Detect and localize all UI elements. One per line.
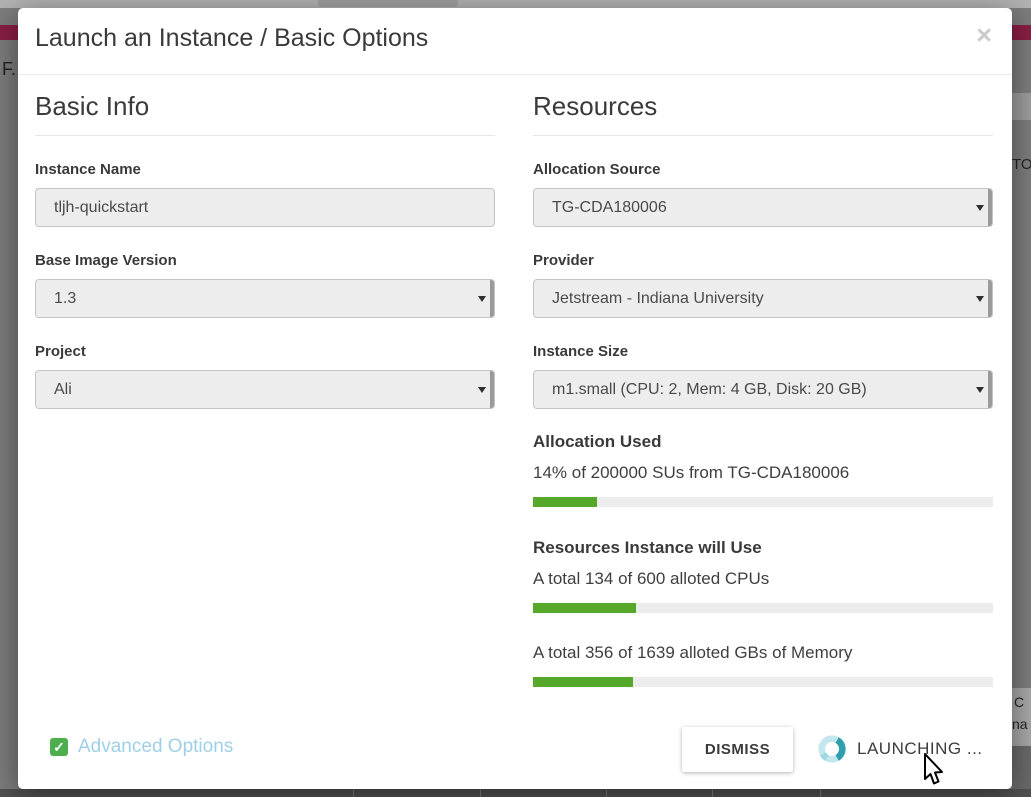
selected-value: m1.small (CPU: 2, Mem: 4 GB, Disk: 20 GB… [552, 381, 867, 399]
selected-value: Ali [54, 381, 72, 399]
select-edge [988, 371, 992, 408]
background-text-fragment: TO [1012, 156, 1031, 173]
background-nav-bar: Dashboard Projects Images ? Help [0, 0, 1031, 8]
loading-spinner-icon [817, 734, 847, 764]
dismiss-button[interactable]: DISMISS [682, 727, 793, 772]
chevron-down-icon [976, 296, 984, 302]
select-edge [490, 371, 494, 408]
mouse-cursor [918, 753, 944, 789]
dialog-header: Launch an Instance / Basic Options × [18, 8, 1012, 75]
instance-size-label: Instance Size [533, 343, 993, 360]
resources-section: Resources Allocation Source TG-CDA180006… [533, 75, 993, 687]
dialog-body: Basic Info Instance Name Base Image Vers… [18, 75, 1012, 687]
basic-info-section: Basic Info Instance Name Base Image Vers… [35, 75, 495, 687]
instance-name-input[interactable] [35, 188, 495, 227]
background-text-fragment: F. [2, 59, 16, 80]
allocation-source-select[interactable]: TG-CDA180006 [533, 188, 993, 227]
advanced-options-label: Advanced Options [78, 736, 233, 758]
background-fragment-band [1012, 93, 1031, 120]
nav-active-highlight [318, 0, 458, 7]
project-select[interactable]: Ali [35, 370, 495, 409]
progressbar-fill [533, 497, 597, 507]
base-image-version-select[interactable]: 1.3 [35, 279, 495, 318]
chevron-down-icon [478, 296, 486, 302]
provider-label: Provider [533, 252, 993, 269]
base-image-version-label: Base Image Version [35, 252, 495, 269]
close-icon[interactable]: × [976, 22, 992, 49]
select-edge [988, 189, 992, 226]
select-edge [988, 280, 992, 317]
chevron-down-icon [478, 387, 486, 393]
advanced-options-link[interactable]: ✓ Advanced Options [50, 736, 233, 758]
basic-info-heading: Basic Info [35, 91, 495, 136]
instance-name-label: Instance Name [35, 161, 495, 178]
launching-button[interactable]: LAUNCHING ... [817, 734, 983, 764]
background-bottom-strip [0, 789, 1031, 797]
background-fragment-dark [1012, 746, 1031, 789]
selected-value: TG-CDA180006 [552, 199, 667, 217]
select-edge [490, 280, 494, 317]
launch-instance-dialog: Launch an Instance / Basic Options × Bas… [18, 8, 1012, 789]
selected-value: 1.3 [54, 290, 76, 308]
progressbar-fill [533, 603, 636, 613]
cpu-usage-progressbar [533, 603, 993, 613]
cpu-usage-detail: A total 134 of 600 alloted CPUs [533, 569, 993, 589]
chevron-down-icon [976, 387, 984, 393]
resources-heading: Resources [533, 91, 993, 136]
chevron-down-icon [976, 205, 984, 211]
memory-usage-progressbar [533, 677, 993, 687]
progressbar-fill [533, 677, 633, 687]
dialog-title: Launch an Instance / Basic Options [35, 24, 1012, 53]
allocation-used-label: Allocation Used [533, 432, 993, 452]
instance-usage-label: Resources Instance will Use [533, 538, 993, 558]
provider-select[interactable]: Jetstream - Indiana University [533, 279, 993, 318]
background-text-fragment: na [1012, 716, 1028, 732]
memory-usage-detail: A total 356 of 1639 alloted GBs of Memor… [533, 643, 993, 663]
project-label: Project [35, 343, 495, 360]
checkbox-checked-icon: ✓ [50, 738, 68, 756]
allocation-source-label: Allocation Source [533, 161, 993, 178]
allocation-used-detail: 14% of 200000 SUs from TG-CDA180006 [533, 463, 993, 483]
instance-size-select[interactable]: m1.small (CPU: 2, Mem: 4 GB, Disk: 20 GB… [533, 370, 993, 409]
allocation-used-progressbar [533, 497, 993, 507]
background-text-fragment: C [1014, 694, 1024, 710]
selected-value: Jetstream - Indiana University [552, 290, 764, 308]
